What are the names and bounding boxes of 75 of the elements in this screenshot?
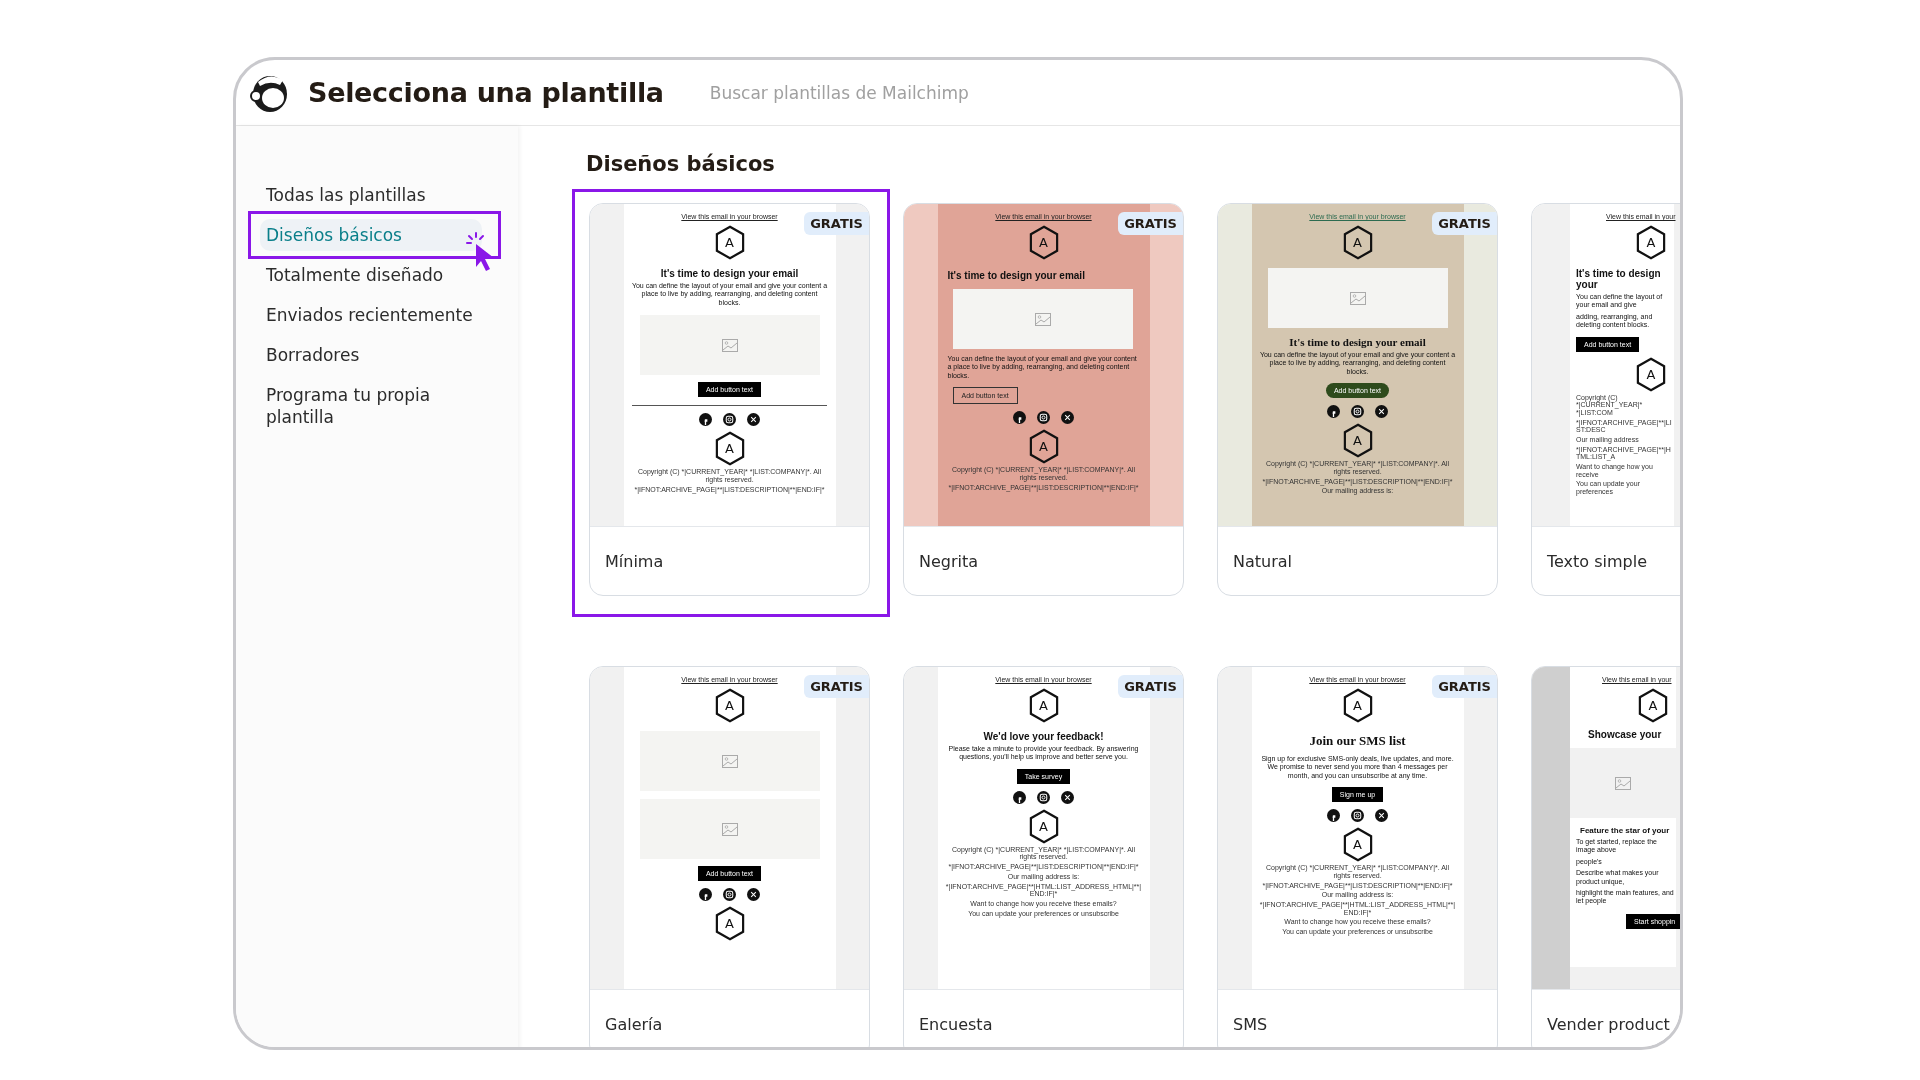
social-icon [699, 888, 712, 901]
sidebar-item[interactable]: Totalmente diseñado [260, 259, 482, 291]
hexagon-logo: A [1342, 225, 1373, 260]
section-title: Diseños básicos [586, 152, 776, 176]
social-icon [1351, 809, 1364, 823]
template-name: Negrita [904, 526, 1183, 595]
hexagon-logo: A [1638, 688, 1668, 723]
image-icon [721, 338, 738, 352]
hexagon-logo: A [1342, 423, 1373, 459]
social-icon [1061, 790, 1074, 804]
social-icon [1327, 809, 1340, 823]
template-card[interactable] [589, 203, 870, 596]
preview-subheading: Feature the star of your [1580, 826, 1670, 835]
free-badge: GRATIS [1432, 675, 1497, 698]
social-icon [1013, 790, 1026, 804]
image-icon [721, 822, 738, 836]
image-icon [1034, 312, 1051, 326]
hexagon-logo: A [1636, 356, 1666, 392]
free-badge: GRATIS [1118, 212, 1183, 235]
template-card[interactable] [903, 666, 1184, 1047]
social-icon [1375, 809, 1388, 823]
hexagon-logo: A [1636, 225, 1666, 260]
free-badge: GRATIS [1118, 675, 1183, 698]
hexagon-logo: A [1028, 429, 1059, 465]
preview-heading: It's time to design your email [1289, 336, 1426, 348]
hexagon-logo: A [1342, 688, 1373, 723]
social-icon [747, 413, 760, 427]
hexagon-logo: A [714, 906, 745, 941]
hexagon-logo: A [1028, 808, 1059, 844]
template-name: Galería [590, 989, 869, 1047]
image-icon [1349, 291, 1366, 305]
image-icon [721, 754, 738, 768]
template-name: SMS [1218, 989, 1497, 1047]
template-name: Encuesta [904, 989, 1183, 1047]
page-title: Selecciona una plantilla [308, 77, 664, 108]
image-icon [1615, 776, 1631, 790]
social-icon [723, 413, 736, 427]
hexagon-logo: A [1028, 688, 1059, 723]
preview-heading: Join our SMS list [1309, 733, 1406, 749]
social-icon [747, 888, 760, 901]
template-card[interactable] [1217, 666, 1498, 1047]
template-name: Vender product [1532, 989, 1680, 1047]
sidebar-item[interactable]: Programa tu propia plantilla [260, 379, 482, 433]
free-badge: GRATIS [1432, 212, 1497, 235]
sidebar-item[interactable]: Borradores [260, 339, 482, 371]
social-icon [699, 413, 712, 427]
preview-heading: We'd love your feedback! [983, 731, 1104, 742]
hexagon-logo: A [1028, 225, 1059, 260]
social-icon [1327, 405, 1340, 419]
template-name: Natural [1218, 526, 1497, 595]
preview-heading: It's time to design your email [660, 268, 799, 279]
hexagon-logo: A [714, 688, 745, 723]
search-field[interactable]: Buscar plantillas de Mailchimp [709, 78, 1050, 107]
social-icon [1375, 405, 1388, 419]
template-card[interactable] [1217, 203, 1498, 596]
social-icon [723, 888, 736, 901]
preview-heading: Showcase your [1588, 729, 1662, 740]
sidebar-item[interactable]: Todas las plantillas [260, 179, 482, 211]
hexagon-logo: A [714, 431, 745, 467]
sidebar-item[interactable]: Diseños básicos [260, 219, 482, 251]
social-icon [1013, 411, 1026, 425]
social-icon [1037, 790, 1050, 804]
preview-heading: It's time to design your email [947, 270, 1085, 281]
template-name: Texto simple [1532, 526, 1680, 595]
preview-heading: It's time to design your [1576, 268, 1662, 290]
hexagon-logo: A [714, 225, 745, 260]
social-icon [1037, 411, 1050, 425]
free-badge: GRATIS [804, 212, 869, 235]
free-badge: GRATIS [804, 675, 869, 698]
social-icon [1351, 405, 1364, 419]
hexagon-logo: A [1342, 827, 1373, 863]
social-icon [1061, 411, 1074, 425]
template-card[interactable] [903, 203, 1184, 596]
template-name: Mínima [590, 526, 869, 595]
sidebar-item[interactable]: Enviados recientemente [260, 299, 482, 331]
